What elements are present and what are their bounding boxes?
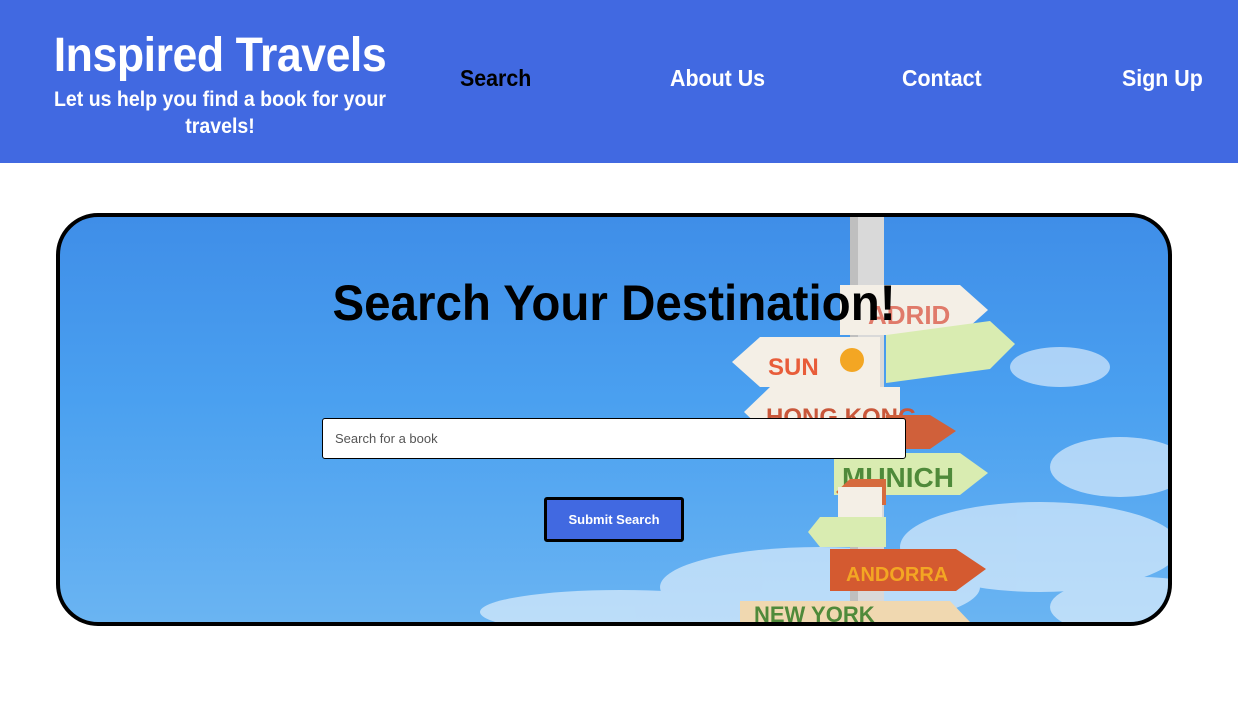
nav-sign-up[interactable]: Sign Up [1122,62,1203,94]
site-header: Inspired Travels Let us help you find a … [0,0,1238,163]
submit-search-button[interactable]: Submit Search [544,497,684,542]
nav-about-us[interactable]: About Us [670,62,765,94]
book-search-input[interactable] [322,418,906,459]
site-title[interactable]: Inspired Travels [34,30,406,82]
nav-contact[interactable]: Contact [902,62,982,94]
svg-text:SUN: SUN [768,354,819,381]
brand: Inspired Travels Let us help you find a … [20,30,420,140]
svg-text:NEW YORK: NEW YORK [754,602,875,622]
hero-search-panel: ADRID SUN HONG KONG MUNICH ANDORRA NEW Y… [56,213,1172,626]
hero-title: Search Your Destination! [332,275,896,331]
nav-search[interactable]: Search [460,62,531,94]
svg-text:ANDORRA: ANDORRA [846,564,948,586]
site-tagline: Let us help you find a book for your tra… [53,88,387,138]
